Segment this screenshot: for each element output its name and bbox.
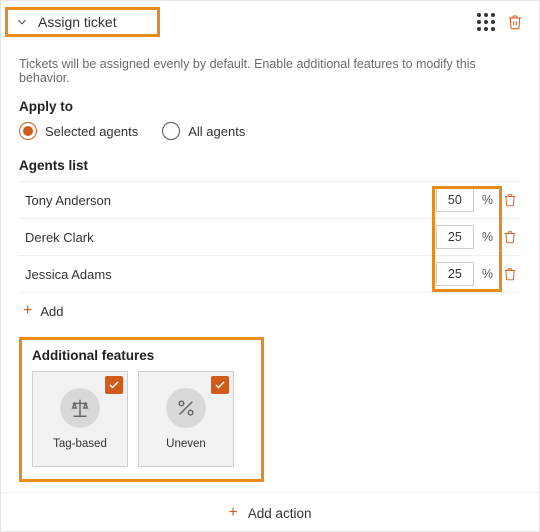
feature-label: Tag-based (53, 438, 107, 450)
add-action-label: Add action (248, 506, 312, 521)
radio-selected-agents[interactable]: Selected agents (19, 122, 138, 140)
percent-sign: % (482, 267, 493, 281)
agent-name: Jessica Adams (19, 267, 112, 282)
additional-features-title: Additional features (32, 348, 251, 363)
percent-input[interactable] (436, 262, 474, 286)
description-text: Tickets will be assigned evenly by defau… (19, 57, 521, 85)
header-title-group[interactable]: Assign ticket (5, 7, 160, 37)
balance-icon (60, 388, 100, 428)
radio-icon (162, 122, 180, 140)
delete-agent-button[interactable] (503, 193, 517, 207)
feature-label: Uneven (166, 438, 206, 450)
agent-name: Tony Anderson (19, 193, 111, 208)
radio-label: All agents (188, 124, 245, 139)
agent-row-actions: % (436, 188, 521, 212)
drag-handle-icon[interactable] (477, 13, 495, 31)
agents-list: Tony Anderson % Derek Clark % (19, 181, 521, 329)
card-title: Assign ticket (38, 14, 117, 30)
percent-sign: % (482, 193, 493, 207)
feature-uneven[interactable]: Uneven (138, 371, 234, 467)
percent-sign: % (482, 230, 493, 244)
plus-icon: + (228, 505, 237, 521)
add-action-button[interactable]: + Add action (1, 492, 539, 531)
agent-row: Tony Anderson % (19, 182, 521, 219)
apply-to-title: Apply to (19, 99, 521, 114)
apply-to-radio-group: Selected agents All agents (19, 122, 521, 140)
percent-icon (166, 388, 206, 428)
delete-action-button[interactable] (507, 14, 523, 30)
delete-agent-button[interactable] (503, 267, 517, 281)
features-row: Tag-based Uneven (32, 371, 251, 467)
radio-icon (19, 122, 37, 140)
agent-name: Derek Clark (19, 230, 94, 245)
percent-input[interactable] (436, 225, 474, 249)
additional-features-section: Additional features Tag-based (19, 337, 264, 482)
add-agent-label: Add (40, 304, 63, 319)
chevron-down-icon (14, 14, 30, 30)
card-body: Tickets will be assigned evenly by defau… (1, 43, 539, 492)
radio-label: Selected agents (45, 124, 138, 139)
check-icon (105, 376, 123, 394)
percent-field: % (436, 188, 493, 212)
plus-icon: + (23, 303, 32, 319)
add-agent-button[interactable]: + Add (19, 293, 521, 329)
card-header: Assign ticket (1, 1, 539, 43)
header-actions (477, 13, 529, 31)
percent-input[interactable] (436, 188, 474, 212)
agents-list-title: Agents list (19, 158, 521, 173)
feature-tag-based[interactable]: Tag-based (32, 371, 128, 467)
radio-all-agents[interactable]: All agents (162, 122, 245, 140)
assign-ticket-card: Assign ticket Tickets will be assigned e… (0, 0, 540, 532)
agent-row-actions: % (436, 225, 521, 249)
delete-agent-button[interactable] (503, 230, 517, 244)
percent-field: % (436, 262, 493, 286)
agent-row: Derek Clark % (19, 219, 521, 256)
agent-row-actions: % (436, 262, 521, 286)
check-icon (211, 376, 229, 394)
agent-row: Jessica Adams % (19, 256, 521, 293)
percent-field: % (436, 225, 493, 249)
